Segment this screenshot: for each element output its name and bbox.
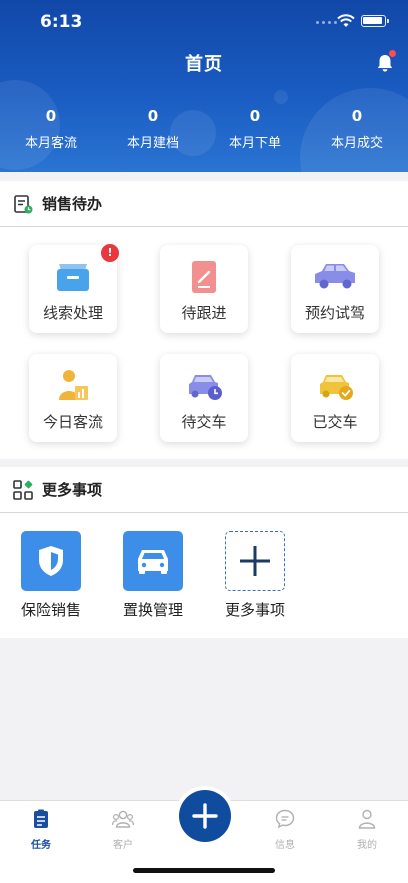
stat-value: 0: [351, 107, 363, 125]
stat-label: 本月成交: [330, 136, 383, 151]
tab-messages[interactable]: 信息: [255, 807, 315, 851]
stat-value: 0: [147, 107, 159, 125]
tab-label: 信息: [275, 840, 295, 851]
stat-value: 0: [249, 107, 261, 125]
tab-tasks[interactable]: 任务: [11, 807, 71, 851]
more-trade-in[interactable]: 置换管理: [113, 531, 193, 620]
cellular-signal-icon: [316, 21, 337, 24]
battery-icon: [361, 15, 389, 27]
todo-test-drive[interactable]: 预约试驾: [291, 245, 379, 333]
todo-lead-processing[interactable]: 线索处理 !: [29, 244, 119, 333]
plus-icon: [240, 546, 270, 576]
car-clock-icon: [189, 375, 222, 400]
more-items-tile: [225, 531, 285, 591]
tab-label: 客户: [113, 840, 133, 851]
sales-todo-section: 销售待办 线索处理 ! 待跟进 预约试驾 今日客流 待交车 已交车: [0, 181, 408, 459]
card-label: 待交车: [181, 413, 227, 431]
card-label: 线索处理: [42, 304, 103, 322]
stat-label: 本月下单: [228, 136, 281, 151]
todo-pending-delivery[interactable]: 待交车: [160, 354, 248, 442]
card-label: 待跟进: [181, 304, 227, 322]
page-title: 首页: [185, 54, 223, 75]
insurance-tile: [21, 531, 81, 591]
add-button[interactable]: [179, 790, 231, 842]
folder-icon: [57, 264, 89, 291]
stat-monthly-files[interactable]: 0 本月建档: [102, 106, 204, 151]
trade-in-tile: [123, 531, 183, 591]
stat-value: 0: [45, 107, 57, 125]
todo-delivered[interactable]: 已交车: [291, 354, 379, 442]
more-insurance-sales[interactable]: 保险销售: [11, 531, 91, 620]
status-time: 6:13: [40, 12, 83, 32]
todo-follow-up[interactable]: 待跟进: [160, 245, 248, 333]
more-item-label: 保险销售: [20, 601, 81, 619]
car-side-icon: [315, 264, 355, 289]
alert-badge: !: [101, 244, 119, 262]
chat-bubble-icon: [275, 809, 295, 829]
stat-monthly-deals[interactable]: 0 本月成交: [306, 106, 408, 151]
stat-monthly-orders[interactable]: 0 本月下单: [204, 106, 306, 151]
section-title: 销售待办: [42, 195, 103, 213]
home-header: 6:13 首页 0 本月客流 0 本月建档 0 本月下单 0 本月成交: [0, 0, 408, 172]
tab-customers[interactable]: 客户: [93, 807, 153, 851]
user-icon: [358, 809, 376, 829]
card-label: 已交车: [312, 413, 358, 431]
tab-label: 我的: [357, 840, 377, 851]
notification-dot: [389, 50, 396, 57]
stat-monthly-traffic[interactable]: 0 本月客流: [0, 106, 102, 151]
more-item-label: 置换管理: [122, 601, 183, 619]
more-more-items[interactable]: 更多事项: [215, 531, 295, 620]
section-title: 更多事项: [42, 481, 103, 499]
edit-note-icon: [192, 261, 216, 293]
clipboard-icon: [14, 194, 33, 213]
more-section: 更多事项 保险销售 置换管理 更多事项: [0, 467, 408, 638]
tab-label: 任务: [31, 840, 51, 851]
status-bar: 6:13: [0, 0, 408, 44]
plus-icon: [192, 803, 218, 829]
clipboard-tab-icon: [34, 809, 48, 828]
tab-profile[interactable]: 我的: [337, 807, 397, 851]
person-chart-icon: [59, 370, 88, 400]
more-item-label: 更多事项: [224, 601, 285, 619]
card-label: 预约试驾: [304, 304, 365, 322]
stat-label: 本月客流: [24, 136, 77, 151]
users-icon: [111, 810, 135, 828]
wifi-icon: [337, 14, 355, 27]
card-label: 今日客流: [42, 413, 103, 431]
grid-icon: [13, 479, 33, 500]
shield-icon: [39, 546, 63, 576]
home-indicator: [133, 868, 275, 873]
sales-todo-header: 销售待办: [0, 181, 408, 227]
todo-today-traffic[interactable]: 今日客流: [29, 354, 117, 442]
car-check-icon: [320, 375, 353, 400]
stat-label: 本月建档: [126, 136, 179, 151]
monthly-stats: 0 本月客流 0 本月建档 0 本月下单 0 本月成交: [0, 106, 408, 151]
more-header: 更多事项: [0, 467, 408, 513]
car-front-icon: [138, 550, 168, 574]
